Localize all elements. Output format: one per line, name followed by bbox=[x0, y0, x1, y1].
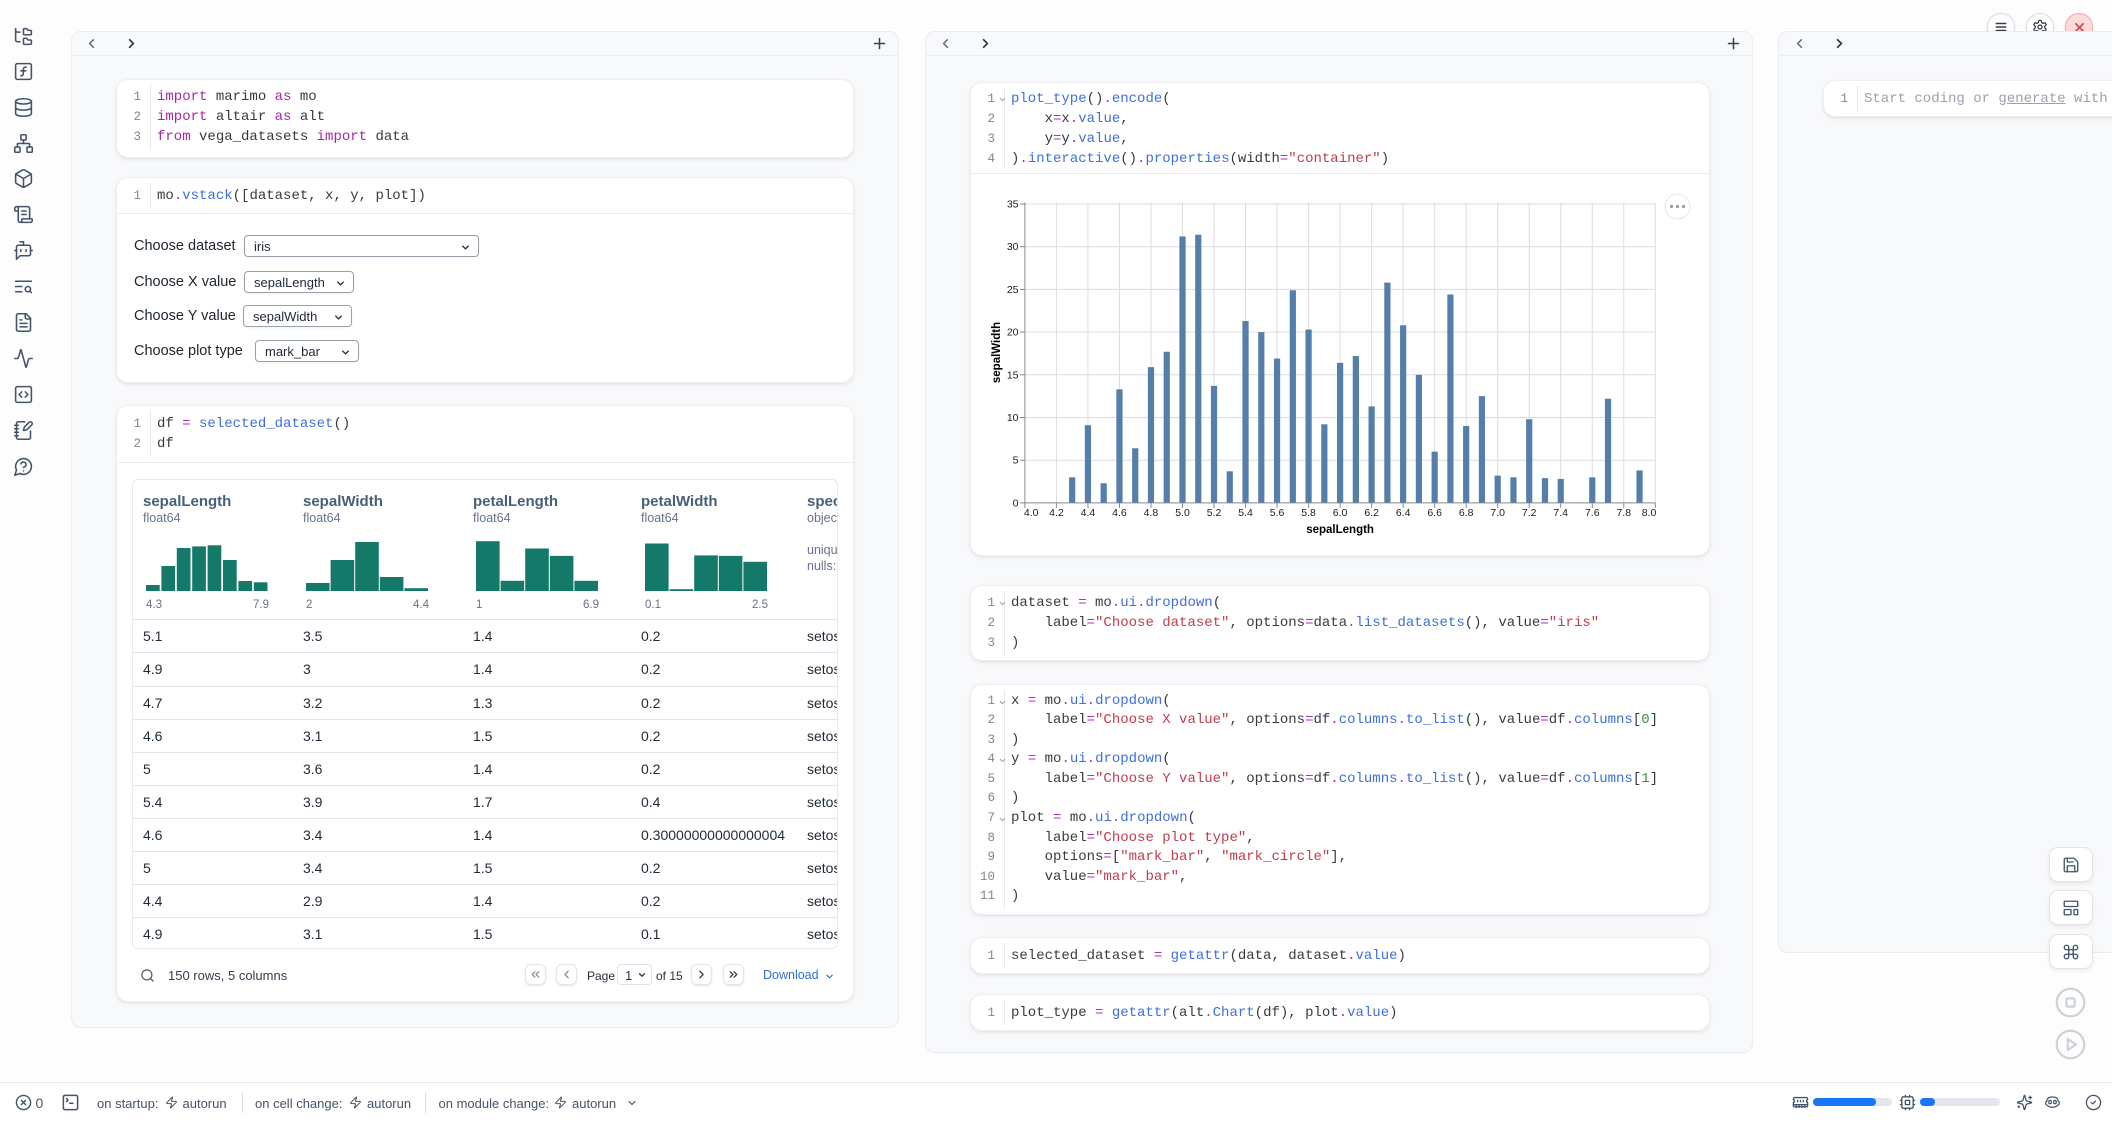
svg-text:5: 5 bbox=[1013, 455, 1019, 467]
svg-text:7.0: 7.0 bbox=[1490, 507, 1505, 519]
svg-text:8.0: 8.0 bbox=[1642, 507, 1657, 519]
svg-text:5.2: 5.2 bbox=[1207, 507, 1222, 519]
svg-text:6.8: 6.8 bbox=[1459, 507, 1474, 519]
svg-text:5.4: 5.4 bbox=[1238, 507, 1253, 519]
svg-text:6.2: 6.2 bbox=[1364, 507, 1379, 519]
svg-text:4.4: 4.4 bbox=[1081, 507, 1096, 519]
svg-text:10: 10 bbox=[1007, 412, 1019, 424]
svg-text:30: 30 bbox=[1007, 241, 1019, 253]
svg-text:sepalLength: sepalLength bbox=[1306, 524, 1374, 536]
svg-text:7.8: 7.8 bbox=[1616, 507, 1631, 519]
svg-text:7.2: 7.2 bbox=[1522, 507, 1537, 519]
svg-text:7.6: 7.6 bbox=[1585, 507, 1600, 519]
svg-text:7.4: 7.4 bbox=[1553, 507, 1568, 519]
svg-text:5.0: 5.0 bbox=[1175, 507, 1190, 519]
svg-text:25: 25 bbox=[1007, 284, 1019, 296]
svg-text:20: 20 bbox=[1007, 327, 1019, 339]
svg-text:6.4: 6.4 bbox=[1396, 507, 1411, 519]
svg-text:0: 0 bbox=[1013, 497, 1019, 509]
svg-text:6.0: 6.0 bbox=[1333, 507, 1348, 519]
svg-text:4.8: 4.8 bbox=[1144, 507, 1159, 519]
svg-text:35: 35 bbox=[1007, 199, 1019, 211]
svg-text:4.6: 4.6 bbox=[1112, 507, 1127, 519]
svg-text:15: 15 bbox=[1007, 369, 1019, 381]
svg-text:sepalWidth: sepalWidth bbox=[991, 322, 1003, 383]
svg-text:5.6: 5.6 bbox=[1270, 507, 1285, 519]
svg-text:5.8: 5.8 bbox=[1301, 507, 1316, 519]
svg-text:6.6: 6.6 bbox=[1427, 507, 1442, 519]
svg-text:4.0: 4.0 bbox=[1024, 507, 1039, 519]
svg-text:4.2: 4.2 bbox=[1049, 507, 1064, 519]
